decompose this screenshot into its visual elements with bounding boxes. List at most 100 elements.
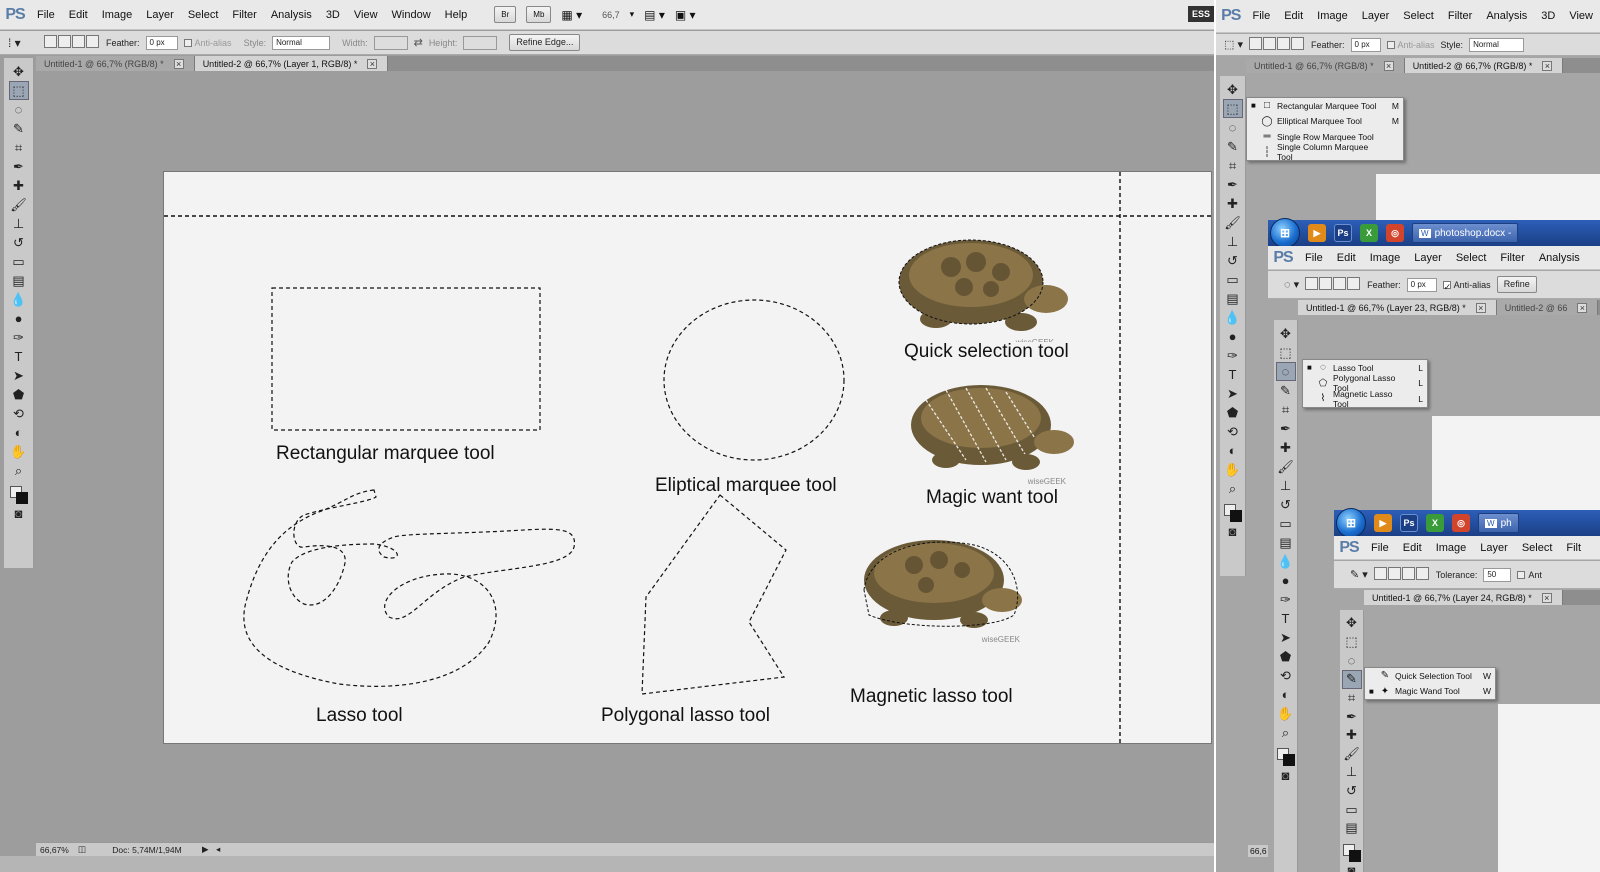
- antialias-checkbox[interactable]: Anti-alias: [183, 38, 232, 48]
- type-tool-icon[interactable]: T: [9, 347, 29, 366]
- window3-history-brush-tool-icon[interactable]: ↺: [1276, 495, 1296, 514]
- window2-menu-select[interactable]: Select: [1396, 10, 1441, 22]
- window3-menu-image[interactable]: Image: [1363, 252, 1408, 264]
- window3-3d-camera-tool-icon[interactable]: ◐: [1276, 685, 1296, 704]
- menu-edit[interactable]: Edit: [62, 9, 95, 21]
- window2-style-select[interactable]: Normal: [1469, 37, 1525, 52]
- window4-crop-tool-icon[interactable]: ⌗: [1342, 689, 1362, 708]
- window3-dodge-tool-icon[interactable]: ●: [1276, 571, 1296, 590]
- window2-selection-mode-group[interactable]: [1248, 37, 1305, 52]
- dodge-tool-icon[interactable]: ●: [9, 309, 29, 328]
- window2-eyedropper-tool-icon[interactable]: ✒: [1223, 175, 1243, 194]
- window4-menu-image[interactable]: Image: [1429, 542, 1474, 554]
- window4-eyedropper-tool-icon[interactable]: ✒: [1342, 707, 1362, 726]
- window4-clone-stamp-tool-icon[interactable]: ⊥: [1342, 763, 1362, 782]
- window4-menu-edit[interactable]: Edit: [1396, 542, 1429, 554]
- window4-document-tab[interactable]: Untitled-1 @ 66,7% (Layer 24, RGB/8) * ×: [1364, 590, 1563, 605]
- window2-color-swatches[interactable]: [1223, 504, 1242, 522]
- window3-3d-rotate-tool-icon[interactable]: ⟲: [1276, 666, 1296, 685]
- window3-type-tool-icon[interactable]: T: [1276, 609, 1296, 628]
- window2-close-tab-icon[interactable]: ×: [1542, 60, 1553, 71]
- pen-tool-icon[interactable]: ✑: [9, 328, 29, 347]
- window2-path-selection-tool-icon[interactable]: ➤: [1223, 384, 1243, 403]
- menu-layer[interactable]: Layer: [139, 9, 181, 21]
- 3d-camera-tool-icon[interactable]: ◐: [9, 423, 29, 442]
- window4-history-brush-tool-icon[interactable]: ↺: [1342, 782, 1362, 801]
- window3-close-tab-icon[interactable]: ×: [1475, 302, 1486, 313]
- window2-menu-analysis[interactable]: Analysis: [1479, 10, 1534, 22]
- browser-task-icon[interactable]: ◎: [1386, 224, 1404, 242]
- window4-flyout-item-quick-selection-tool[interactable]: ✎ Quick Selection Tool W: [1365, 668, 1495, 684]
- window4-word-document-task[interactable]: Wph: [1478, 513, 1519, 533]
- window3-lasso-tool-icon[interactable]: ◌: [1275, 362, 1296, 381]
- window2-quick-mask-icon[interactable]: ◙: [1223, 522, 1243, 541]
- window2-menu-edit[interactable]: Edit: [1277, 10, 1310, 22]
- status-info-icon[interactable]: ◫: [72, 844, 92, 855]
- window4-menu-file[interactable]: File: [1364, 542, 1396, 554]
- arrange-documents-icon[interactable]: ▤ ▾: [644, 8, 665, 22]
- 3d-rotate-tool-icon[interactable]: ⟲: [9, 404, 29, 423]
- window4-start-button[interactable]: ⊞: [1336, 508, 1366, 538]
- document-canvas[interactable]: wiseGEEK wiseGEEK wiseGEEK Rectangular m…: [164, 172, 1211, 743]
- window2-document-tab[interactable]: Untitled-2 @ 66,7% (RGB/8) * ×: [1404, 58, 1564, 73]
- window3-gradient-tool-icon[interactable]: ▤: [1276, 533, 1296, 552]
- word-document-task[interactable]: Wphotoshop.docx -: [1412, 223, 1519, 243]
- zoom-dropdown-icon[interactable]: ▾: [630, 9, 635, 20]
- window2-flyout-item-single-column-marquee-tool[interactable]: ┆ Single Column Marquee Tool: [1247, 142, 1403, 162]
- feather-input[interactable]: 0 px: [145, 35, 178, 50]
- window2-menu-view[interactable]: View: [1562, 10, 1600, 22]
- window3-menu-analysis[interactable]: Analysis: [1532, 252, 1587, 264]
- window3-antialias-checkbox[interactable]: ✓ Anti-alias: [1442, 280, 1491, 292]
- window3-menu-select[interactable]: Select: [1449, 252, 1494, 264]
- menu-image[interactable]: Image: [95, 9, 140, 21]
- window3-tool-preset-icon[interactable]: ◌ ▾: [1284, 278, 1299, 291]
- window3-color-swatches[interactable]: [1276, 748, 1295, 766]
- workspace-switcher[interactable]: ESS: [1187, 6, 1214, 22]
- eraser-tool-icon[interactable]: ▭: [9, 252, 29, 271]
- window2-marquee-tool-icon[interactable]: ⬚: [1222, 99, 1243, 118]
- window4-flyout-item-magic-wand-tool[interactable]: ■ ✦ Magic Wand Tool W: [1365, 684, 1495, 700]
- refine-edge-button[interactable]: Refine Edge...: [509, 34, 581, 51]
- bridge-button[interactable]: Br: [494, 6, 517, 23]
- window4-menu-filt[interactable]: Filt: [1559, 542, 1588, 554]
- horizontal-scroll-left-icon[interactable]: ◂: [216, 844, 220, 855]
- style-select[interactable]: Normal: [272, 35, 331, 50]
- window3-menu-file[interactable]: File: [1298, 252, 1330, 264]
- window3-crop-tool-icon[interactable]: ⌗: [1276, 400, 1296, 419]
- width-input[interactable]: [373, 35, 408, 50]
- window2-3d-rotate-tool-icon[interactable]: ⟲: [1223, 422, 1243, 441]
- brush-tool-icon[interactable]: 🖌: [9, 195, 29, 214]
- photoshop-task-icon[interactable]: Ps: [1334, 224, 1352, 242]
- window3-selection-mode-group[interactable]: [1305, 277, 1361, 292]
- window3-close-tab-icon[interactable]: ×: [1577, 302, 1588, 313]
- window2-lasso-tool-icon[interactable]: ◌: [1223, 118, 1243, 137]
- window2-dodge-tool-icon[interactable]: ●: [1223, 327, 1243, 346]
- excel-task-icon[interactable]: X: [1360, 224, 1378, 242]
- window4-quick-selection-tool-icon[interactable]: ✎: [1341, 669, 1362, 689]
- window4-color-swatches[interactable]: [1342, 843, 1361, 862]
- healing-brush-tool-icon[interactable]: ✚: [9, 176, 29, 195]
- window4-tool-preset-icon[interactable]: ✎ ▾: [1350, 568, 1368, 581]
- move-tool-icon[interactable]: ✥: [9, 62, 29, 81]
- window3-quick-selection-tool-icon[interactable]: ✎: [1276, 381, 1296, 400]
- window3-document-tab[interactable]: Untitled-2 @ 66 ×: [1496, 300, 1599, 315]
- window3-move-tool-icon[interactable]: ✥: [1276, 324, 1296, 343]
- window4-gradient-tool-icon[interactable]: ▤: [1342, 819, 1362, 838]
- window3-brush-tool-icon[interactable]: 🖌: [1276, 457, 1296, 476]
- window2-menu-image[interactable]: Image: [1310, 10, 1355, 22]
- window2-blur-tool-icon[interactable]: 💧: [1223, 308, 1243, 327]
- window2-close-tab-icon[interactable]: ×: [1383, 60, 1394, 71]
- window2-flyout-item-rectangular-marquee-tool[interactable]: ■ □ Rectangular Marquee Tool M: [1247, 98, 1403, 114]
- window2-brush-tool-icon[interactable]: 🖌: [1223, 213, 1243, 232]
- clone-stamp-tool-icon[interactable]: ⊥: [9, 214, 29, 233]
- window3-menu-filter[interactable]: Filter: [1493, 252, 1531, 264]
- status-zoom[interactable]: 66,67%: [36, 845, 72, 855]
- window4-photoshop-task-icon[interactable]: Ps: [1400, 514, 1418, 532]
- tool-preset-icon[interactable]: ⁞ ▾: [8, 36, 38, 50]
- menu-window[interactable]: Window: [385, 9, 438, 21]
- window2-menu-layer[interactable]: Layer: [1355, 10, 1397, 22]
- eyedropper-tool-icon[interactable]: ✒: [9, 157, 29, 176]
- window3-marquee-tool-icon[interactable]: ⬚: [1276, 343, 1296, 362]
- window4-antialias-checkbox[interactable]: Ant: [1517, 570, 1542, 580]
- gradient-tool-icon[interactable]: ▤: [9, 271, 29, 290]
